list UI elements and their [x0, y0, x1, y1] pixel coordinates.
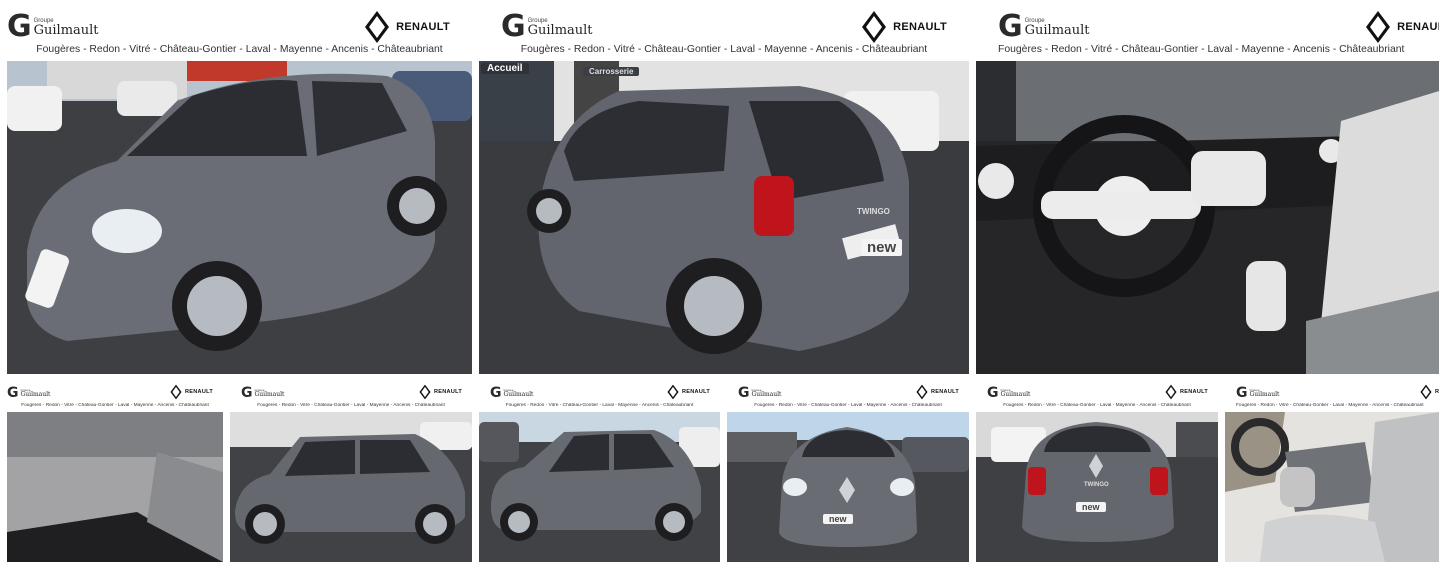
renault-diamond-icon	[916, 384, 928, 400]
guilmault-logo: G Groupe Guilmault	[738, 385, 782, 401]
dealer-cities: Fougères - Redon - Vitré - Château-Gonti…	[1236, 403, 1424, 408]
twingo-rear-badge: TWINGO	[1084, 482, 1109, 488]
group-name-label: Guilmault	[1024, 22, 1090, 38]
photo-rear: TWINGO new	[976, 412, 1218, 562]
accueil-sign: Accueil	[481, 63, 529, 74]
group-name-label: Guilmault	[751, 390, 782, 398]
brand-name: RENAULT	[434, 389, 462, 395]
photo-boot	[7, 412, 223, 562]
brand-name: RENAULT	[396, 21, 450, 33]
dealer-cities: Fougères - Redon - Vitré - Château-Gonti…	[1003, 403, 1191, 408]
new-plate-badge: new	[823, 514, 853, 524]
group-name-label: Guilmault	[20, 390, 51, 398]
dealer-cities: Fougères - Redon - Vitré - Château-Gonti…	[21, 403, 209, 408]
dealer-cities: Fougères - Redon - Vitré - Château-Gonti…	[36, 44, 443, 55]
renault-brand: RENAULT	[1420, 384, 1439, 400]
group-name-label: Guilmault	[527, 22, 593, 38]
carrosserie-sign: Carrosserie	[583, 67, 640, 76]
group-name-label: Guilmault	[1000, 390, 1031, 398]
gallery-photo-side-right[interactable]: G Groupe Guilmault RENAULT Fougères - Red…	[479, 384, 720, 562]
guilmault-logo: G Groupe Guilmault	[241, 385, 285, 401]
guilmault-logo: G Groupe Guilmault	[7, 385, 51, 401]
dealer-cities: Fougères - Redon - Vitré - Château-Gonti…	[257, 403, 445, 408]
brand-name: RENAULT	[893, 21, 947, 33]
guilmault-logo: G Groupe Guilmault	[501, 9, 593, 44]
dealer-cities: Fougères - Redon - Vitré - Château-Gonti…	[520, 44, 928, 55]
gallery-photo-rear-three-quarter[interactable]: G Groupe Guilmault RENAULT Fougères - Red…	[479, 8, 969, 374]
brand-name: RENAULT	[1180, 389, 1208, 395]
renault-brand: RENAULT	[170, 384, 213, 400]
renault-brand: RENAULT	[667, 384, 710, 400]
renault-diamond-icon	[1165, 384, 1177, 400]
gallery-photo-side-left[interactable]: G Groupe Guilmault RENAULT Fougères - Red…	[230, 384, 472, 562]
gallery-photo-dashboard[interactable]: G GroupeGuilmault RENAULT Fougères - Red…	[976, 8, 1439, 374]
gallery-photo-front-three-quarter[interactable]: G Groupe Guilmault RENAULT Fougères - Red…	[7, 8, 472, 374]
brand-name: RENAULT	[1435, 389, 1439, 395]
brand-name: RENAULT	[931, 389, 959, 395]
dealer-cities: Fougères - Redon - Vitré - Château-Gonti…	[754, 403, 942, 408]
renault-brand: RENAULT	[1365, 10, 1439, 44]
renault-diamond-icon	[170, 384, 182, 400]
renault-brand: RENAULT	[364, 10, 450, 44]
renault-diamond-icon	[1420, 384, 1432, 400]
guilmault-logo: G Groupe Guilmault	[7, 9, 99, 44]
photo-rear-three-quarter: Accueil Carrosserie TWINGO new	[479, 61, 969, 374]
group-name-label: Guilmault	[254, 390, 285, 398]
brand-name: RENAULT	[682, 389, 710, 395]
photo-side-left	[230, 412, 472, 562]
photo-seats	[1225, 412, 1439, 562]
renault-brand: RENAULT	[861, 10, 947, 44]
group-name-label: Guilmault	[503, 390, 534, 398]
brand-name: RENAULT	[185, 389, 213, 395]
group-name-label: Guilmault	[1249, 390, 1280, 398]
photo-front-three-quarter	[7, 61, 472, 374]
gallery-photo-rear[interactable]: G Groupe Guilmault RENAULT Fougères - Red…	[976, 384, 1218, 562]
photo-side-right	[479, 412, 720, 562]
renault-diamond-icon	[667, 384, 679, 400]
renault-brand: RENAULT	[916, 384, 959, 400]
new-plate-badge: new	[861, 239, 903, 256]
dealer-cities: Fougères - Redon - Vitré - Château-Gonti…	[505, 403, 694, 408]
twingo-rear-badge: TWINGO	[857, 207, 890, 216]
guilmault-logo: G Groupe Guilmault	[998, 9, 1090, 44]
guilmault-logo: G Groupe Guilmault	[987, 385, 1031, 401]
renault-diamond-icon	[1366, 11, 1391, 43]
new-plate-badge: new	[1076, 502, 1106, 512]
gallery-photo-seats[interactable]: G GroupeGuilmault RENAULT Fougères - Red…	[1225, 384, 1439, 562]
dealer-cities: Fougères - Redon - Vitré - Château-Gonti…	[998, 44, 1405, 55]
gallery-photo-boot[interactable]: G Groupe Guilmault RENAULT Fougères - Red…	[7, 384, 223, 562]
renault-diamond-icon	[419, 384, 431, 400]
renault-diamond-icon	[862, 11, 887, 43]
guilmault-logo: G Groupe Guilmault	[1236, 385, 1280, 401]
photo-front: new	[727, 412, 969, 562]
guilmault-logo: G Groupe Guilmault	[490, 385, 534, 401]
renault-brand: RENAULT	[419, 384, 462, 400]
brand-name: RENAULT	[1397, 21, 1439, 33]
renault-diamond-icon	[365, 11, 390, 43]
gallery-photo-front[interactable]: G Groupe Guilmault RENAULT Fougères - Red…	[727, 384, 969, 562]
photo-dashboard	[976, 61, 1439, 374]
group-name-label: Guilmault	[33, 22, 99, 38]
renault-brand: RENAULT	[1165, 384, 1208, 400]
